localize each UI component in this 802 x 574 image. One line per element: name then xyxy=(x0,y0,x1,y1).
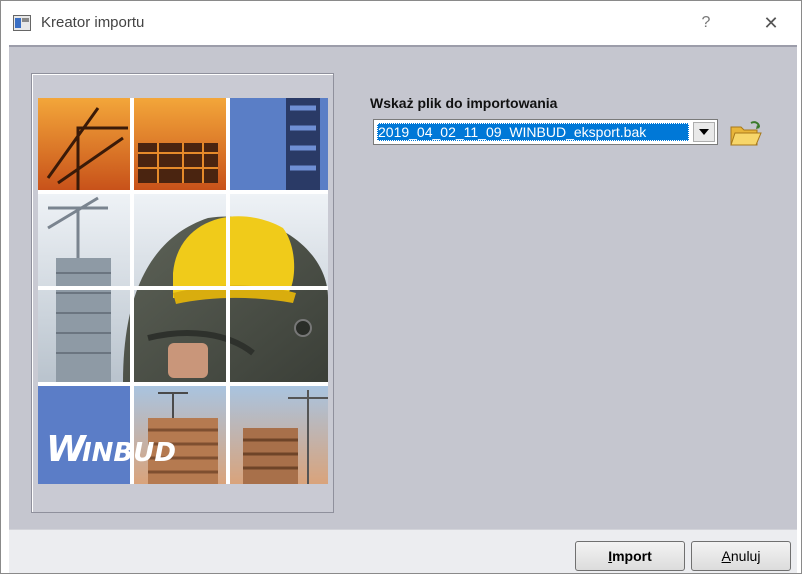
winbud-splash-image: W INBUD xyxy=(38,98,328,484)
cancel-button-label: nuluj xyxy=(730,548,761,564)
window-title: Kreator importu xyxy=(41,14,145,31)
image-panel: W INBUD xyxy=(31,73,334,513)
svg-text:INBUD: INBUD xyxy=(82,438,176,468)
file-select-combobox[interactable]: 2019_04_02_11_09_WINBUD_eksport.bak xyxy=(373,119,718,145)
cancel-button[interactable]: Anuluj xyxy=(691,541,791,571)
folder-open-icon[interactable] xyxy=(729,119,763,149)
file-select-label: Wskaż plik do importowania xyxy=(370,95,558,111)
cancel-button-mnemonic: A xyxy=(721,548,731,564)
chevron-down-icon[interactable] xyxy=(693,122,715,142)
import-button-label: mport xyxy=(612,548,652,564)
help-button[interactable]: ? xyxy=(691,9,721,37)
import-wizard-window: Kreator importu ? ✕ W INBUD Wskaż plik d… xyxy=(0,0,802,574)
file-select-value[interactable]: 2019_04_02_11_09_WINBUD_eksport.bak xyxy=(377,123,689,141)
title-bar[interactable]: Kreator importu ? ✕ xyxy=(1,1,801,45)
app-icon xyxy=(13,15,31,31)
button-bar: Import Anuluj xyxy=(9,529,797,573)
close-button[interactable]: ✕ xyxy=(753,9,789,37)
import-button[interactable]: Import xyxy=(575,541,685,571)
wizard-content: W INBUD Wskaż plik do importowania 2019_… xyxy=(9,45,797,529)
